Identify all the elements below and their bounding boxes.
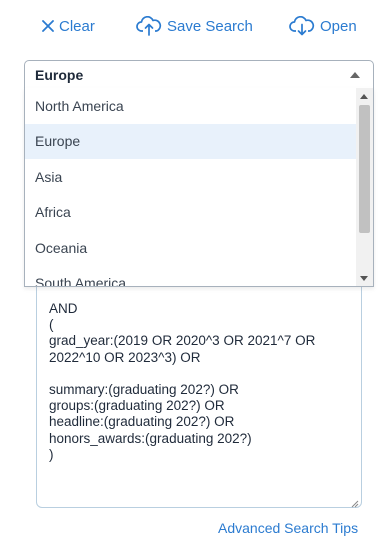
cloud-download-icon	[289, 16, 320, 36]
scrollbar-thumb[interactable]	[359, 105, 370, 233]
region-select-value: Europe	[35, 66, 84, 83]
option-oceania[interactable]: Oceania	[25, 230, 357, 266]
option-south-america[interactable]: South America	[25, 266, 357, 286]
open-label: Open	[320, 17, 357, 35]
option-north-america[interactable]: North America	[25, 88, 357, 124]
resize-grip-icon[interactable]	[349, 495, 359, 508]
search-panel: Clear Save Search Open AND ( grad_year:(…	[0, 0, 391, 541]
save-search-label: Save Search	[167, 17, 253, 35]
query-textarea[interactable]: AND ( grad_year:(2019 OR 2020^3 OR 2021^…	[36, 258, 362, 508]
option-europe[interactable]: Europe	[25, 123, 357, 159]
region-select[interactable]: Europe	[24, 60, 374, 89]
option-asia[interactable]: Asia	[25, 159, 357, 195]
query-text: AND ( grad_year:(2019 OR 2020^3 OR 2021^…	[49, 301, 316, 462]
cloud-upload-icon	[136, 16, 167, 36]
scroll-up-arrow-icon[interactable]	[360, 94, 368, 99]
advanced-search-tips-link[interactable]: Advanced Search Tips	[218, 520, 358, 536]
clear-label: Clear	[59, 17, 95, 35]
open-button[interactable]: Open	[289, 14, 357, 38]
dropdown-scrollbar[interactable]	[356, 88, 373, 286]
toolbar: Clear Save Search Open	[0, 14, 391, 38]
scroll-down-arrow-icon[interactable]	[360, 276, 368, 281]
close-icon	[42, 20, 59, 32]
region-dropdown-list: North America Europe Asia Africa Oceania…	[24, 88, 374, 287]
caret-up-icon	[350, 72, 360, 78]
option-africa[interactable]: Africa	[25, 195, 357, 231]
clear-button[interactable]: Clear	[42, 14, 95, 38]
save-search-button[interactable]: Save Search	[136, 14, 253, 38]
